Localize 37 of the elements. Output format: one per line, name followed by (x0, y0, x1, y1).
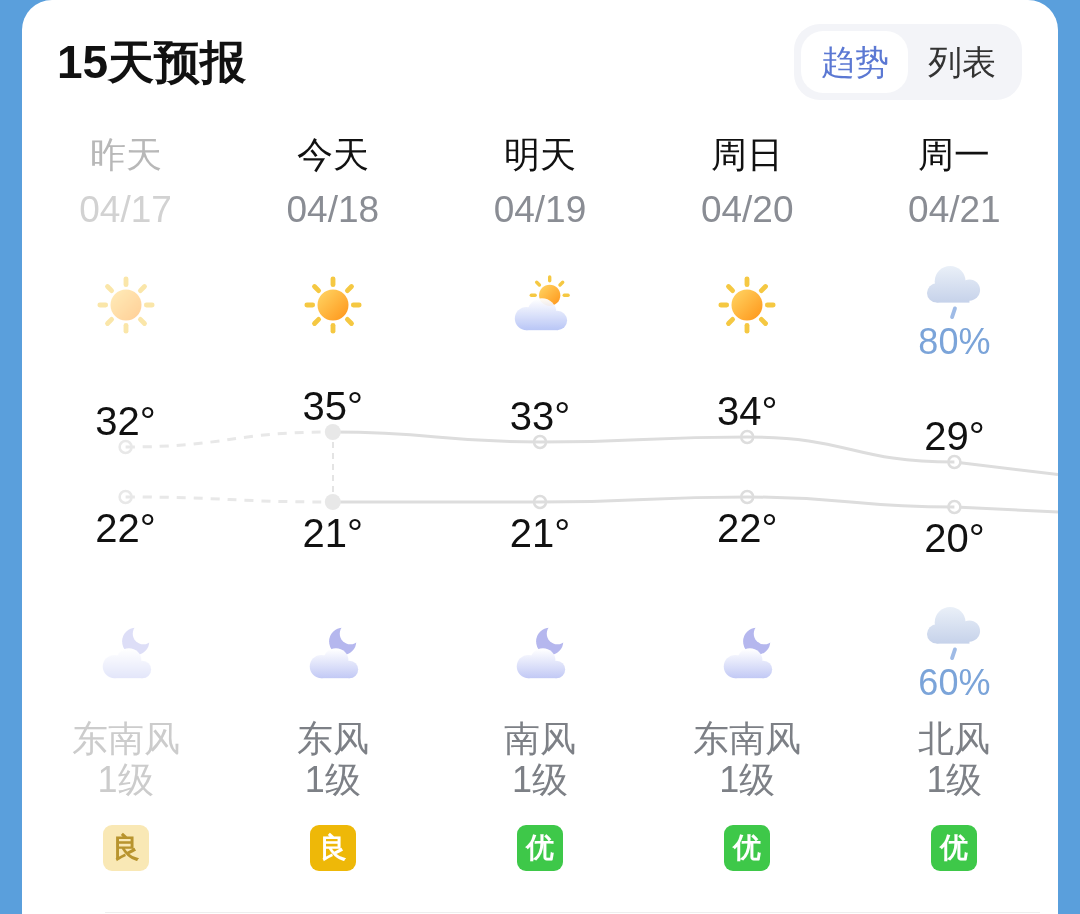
date-label: 04/20 (700, 190, 794, 230)
high-temperature: 32° (95, 399, 156, 443)
precipitation-chance: 80% (918, 322, 991, 362)
high-temperature: 34° (716, 389, 778, 433)
day-name: 昨天 (89, 135, 162, 175)
precipitation-chance: 60% (918, 663, 991, 703)
wind-level: 1级 (304, 759, 361, 800)
low-temperature: 21° (302, 511, 364, 555)
air-quality-badge: 优 (724, 825, 771, 871)
date-label: 04/19 (493, 190, 587, 230)
high-temperature: 35° (302, 384, 364, 428)
high-temperature: 29° (924, 414, 985, 458)
low-temperature: 22° (716, 506, 778, 550)
wind-direction: 南风 (504, 718, 576, 759)
low-temperature: 22° (95, 506, 156, 550)
wind-direction: 东风 (296, 718, 369, 759)
day-name: 周日 (711, 135, 784, 175)
wind-level: 1级 (926, 759, 983, 800)
air-quality-badge: 良 (309, 825, 356, 871)
day-name: 明天 (504, 135, 576, 175)
section-title: 15天预报 (57, 35, 247, 90)
high-temperature: 33° (509, 394, 571, 438)
air-quality-badge: 优 (931, 825, 978, 871)
air-quality-badge: 优 (517, 825, 563, 871)
day-name: 今天 (296, 135, 369, 175)
wind-level: 1级 (719, 759, 776, 800)
wind-direction: 北风 (918, 718, 991, 759)
low-temperature: 21° (509, 511, 571, 555)
day-name: 周一 (918, 135, 991, 175)
wind-direction: 东南风 (693, 718, 802, 759)
view-tab[interactable]: 趋势 (801, 31, 908, 93)
date-label: 04/21 (908, 190, 1001, 230)
view-tab[interactable]: 列表 (908, 31, 1015, 93)
date-label: 04/18 (286, 190, 380, 230)
wind-level: 1级 (511, 759, 568, 800)
air-quality-badge: 良 (102, 825, 149, 871)
low-temperature: 20° (924, 516, 985, 560)
